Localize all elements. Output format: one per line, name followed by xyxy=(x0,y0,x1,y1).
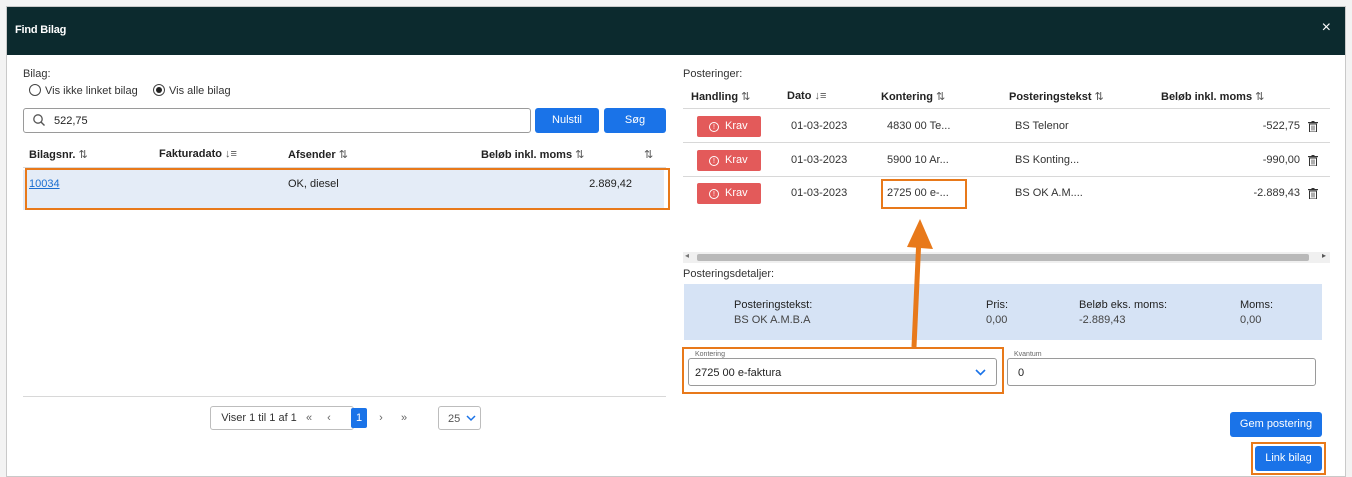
details-tekst-value: BS OK A.M.B.A xyxy=(734,314,811,326)
next-page-icon[interactable]: › xyxy=(374,406,388,430)
details-pris-value: 0,00 xyxy=(986,314,1008,326)
search-icon xyxy=(33,114,45,126)
col-posteringstekst[interactable]: Posteringstekst ⇅ xyxy=(1009,90,1104,103)
radio-all-label: Vis alle bilag xyxy=(169,85,231,97)
divider xyxy=(683,142,1330,143)
highlight-box-kontering-field xyxy=(682,347,1004,394)
alert-icon: ! xyxy=(709,122,719,132)
trash-icon[interactable] xyxy=(1308,121,1318,132)
krav-button[interactable]: ! Krav xyxy=(697,116,761,137)
cell-tekst: BS Telenor xyxy=(1015,120,1069,132)
alert-icon: ! xyxy=(709,189,719,199)
close-icon[interactable]: × xyxy=(1322,19,1331,37)
radio-option-all[interactable]: Vis alle bilag xyxy=(153,84,231,97)
search-button[interactable]: Søg xyxy=(604,108,666,133)
details-tekst-label: Posteringstekst: xyxy=(734,299,813,311)
col-extra[interactable]: ⇅ xyxy=(641,148,653,161)
page-size-value: 25 xyxy=(448,413,461,425)
radio-option-unlinked[interactable]: Vis ikke linket bilag xyxy=(29,84,138,97)
sort-icon[interactable]: ⇅ xyxy=(1255,91,1264,103)
cell-dato: 01-03-2023 xyxy=(791,154,848,166)
cell-beloeb: -990,00 xyxy=(1262,154,1300,166)
annotation-arrow-icon xyxy=(907,219,933,348)
krav-button[interactable]: ! Krav xyxy=(697,150,761,171)
scrollbar-thumb[interactable] xyxy=(697,254,1309,261)
krav-button[interactable]: ! Krav xyxy=(697,183,761,204)
sort-desc-icon[interactable]: ↓≡ xyxy=(225,148,237,160)
find-bilag-dialog: Find Bilag × Bilag: Vis ikke linket bila… xyxy=(6,6,1346,477)
divider xyxy=(683,108,1330,109)
kvantum-value: 0 xyxy=(1018,367,1025,379)
save-posting-button[interactable]: Gem postering xyxy=(1230,412,1322,437)
radio-unlinked-icon[interactable] xyxy=(29,84,41,96)
col-beloeb-right[interactable]: Beløb inkl. moms ⇅ xyxy=(1161,90,1264,103)
posteringsdetaljer-label: Posteringsdetaljer: xyxy=(683,268,775,280)
cell-beloeb: -2.889,43 xyxy=(1253,187,1300,199)
divider xyxy=(683,176,1330,177)
kvantum-field[interactable]: Kvantum 0 xyxy=(1007,351,1316,386)
reset-button[interactable]: Nulstil xyxy=(535,108,599,133)
col-kontering[interactable]: Kontering ⇅ xyxy=(881,90,945,103)
scroll-right-icon[interactable]: ▸ xyxy=(1322,251,1326,260)
last-page-icon[interactable]: » xyxy=(396,406,412,430)
col-dato[interactable]: Dato ↓≡ xyxy=(787,90,826,102)
horizontal-scrollbar[interactable]: ◂ ▸ xyxy=(683,251,1330,263)
cell-beloeb: -522,75 xyxy=(1262,120,1300,132)
cell-dato: 01-03-2023 xyxy=(791,187,848,199)
dialog-title: Find Bilag xyxy=(15,24,67,36)
radio-unlinked-label: Vis ikke linket bilag xyxy=(45,85,138,97)
col-handling[interactable]: Handling ⇅ xyxy=(691,90,750,103)
details-moms-label: Moms: xyxy=(1240,299,1273,311)
col-afsender[interactable]: Afsender ⇅ xyxy=(288,148,348,161)
sort-icon[interactable]: ⇅ xyxy=(575,149,584,161)
sort-icon[interactable]: ⇅ xyxy=(741,91,750,103)
search-input[interactable] xyxy=(52,112,522,130)
search-field[interactable] xyxy=(23,108,531,133)
cell-tekst: BS Konting... xyxy=(1015,154,1080,166)
col-beloeb[interactable]: Beløb inkl. moms ⇅ xyxy=(481,148,584,161)
page-size-select[interactable]: 25 xyxy=(438,406,481,430)
highlight-box-link-button xyxy=(1251,442,1326,475)
highlight-box-row xyxy=(25,168,670,210)
radio-all-icon[interactable] xyxy=(153,84,165,96)
sort-icon[interactable]: ⇅ xyxy=(936,91,945,103)
sort-icon[interactable]: ⇅ xyxy=(339,149,348,161)
col-bilagsnr[interactable]: Bilagsnr. ⇅ xyxy=(29,148,88,161)
sort-icon[interactable]: ⇅ xyxy=(1095,91,1104,103)
chevron-down-icon xyxy=(466,415,476,422)
sort-icon[interactable]: ⇅ xyxy=(644,149,653,161)
details-eks-label: Beløb eks. moms: xyxy=(1079,299,1168,311)
cell-tekst: BS OK A.M.... xyxy=(1015,187,1083,199)
cell-dato: 01-03-2023 xyxy=(791,120,848,132)
bilag-label: Bilag: xyxy=(23,68,51,80)
dialog-header: Find Bilag × xyxy=(7,7,1345,55)
sort-desc-icon[interactable]: ↓≡ xyxy=(814,90,826,102)
kvantum-field-label: Kvantum xyxy=(1014,351,1042,358)
scroll-left-icon[interactable]: ◂ xyxy=(685,251,689,260)
trash-icon[interactable] xyxy=(1308,188,1318,199)
col-fakturadato[interactable]: Fakturadato ↓≡ xyxy=(159,148,237,160)
posteringer-label: Posteringer: xyxy=(683,68,743,80)
pager-info: Viser 1 til 1 af 1 xyxy=(221,412,297,424)
details-eks-value: -2.889,43 xyxy=(1079,314,1126,326)
trash-icon[interactable] xyxy=(1308,155,1318,166)
sort-icon[interactable]: ⇅ xyxy=(78,149,87,161)
highlight-box-kontering-cell xyxy=(881,179,967,209)
details-pris-label: Pris: xyxy=(986,299,1008,311)
prev-page-icon[interactable]: ‹ xyxy=(322,406,336,430)
alert-icon: ! xyxy=(709,156,719,166)
divider xyxy=(23,396,666,397)
first-page-icon[interactable]: « xyxy=(302,406,316,430)
details-moms-value: 0,00 xyxy=(1240,314,1262,326)
cell-kontering: 4830 00 Te... xyxy=(887,120,951,132)
cell-kontering: 5900 10 Ar... xyxy=(887,154,949,166)
page-button-1[interactable]: 1 xyxy=(351,408,367,428)
posting-details-panel: Posteringstekst: BS OK A.M.B.A Pris: 0,0… xyxy=(684,284,1322,340)
